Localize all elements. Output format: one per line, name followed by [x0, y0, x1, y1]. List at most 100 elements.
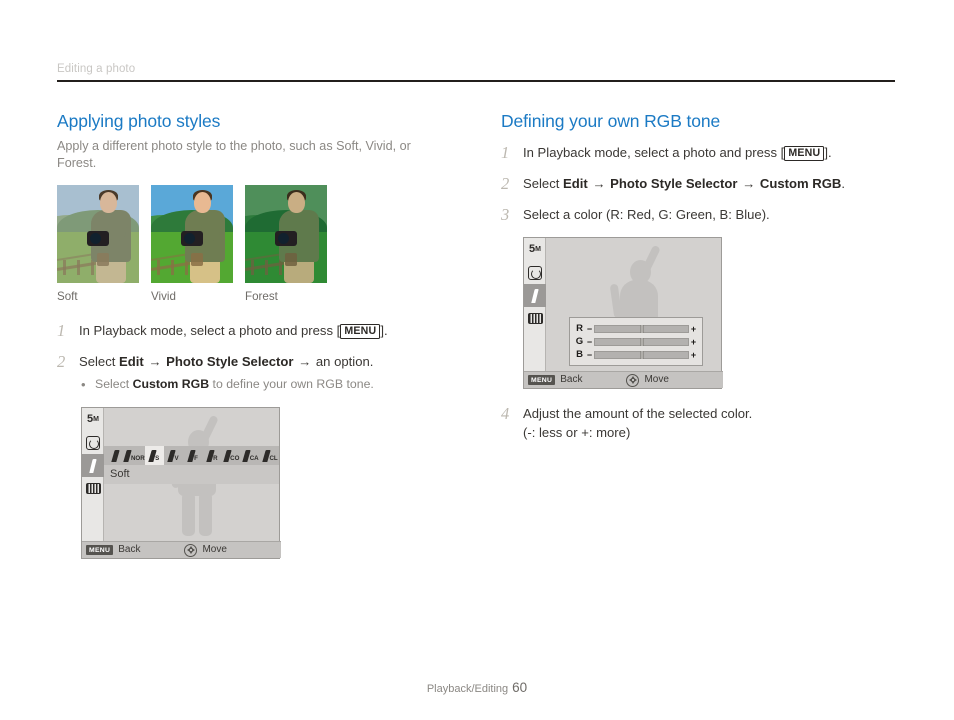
rgb-step-number-4: 4 — [501, 404, 510, 423]
rgb-slider-track[interactable] — [594, 350, 689, 359]
rotate-icon-right[interactable] — [524, 261, 546, 284]
photo-subject-pouch — [191, 253, 204, 267]
photo-thumbnail-vivid — [151, 185, 233, 283]
rgb-slider-panel[interactable]: R − + G − + B − + — [569, 317, 703, 366]
rgb-slider-row-b[interactable]: B − + — [574, 349, 698, 360]
style-icon-co[interactable]: CO — [222, 446, 241, 465]
arrow-icon-4: → — [742, 176, 756, 191]
menu-key-badge-right: MENU — [784, 146, 825, 161]
step-text-1-pre: In Playback mode, select a photo and pre… — [79, 323, 341, 338]
style-icon-nor[interactable]: NOR — [123, 446, 145, 465]
rgb-plus-icon[interactable]: + — [689, 350, 698, 360]
rgb-slider-knob[interactable] — [640, 337, 643, 346]
lcd-screen-area: NORSVFRCOCACL› Soft — [104, 408, 279, 558]
step-2-bold-photo-style-selector: Photo Style Selector — [166, 354, 294, 369]
rgb-slider-track[interactable] — [594, 337, 689, 346]
rgb-minus-icon[interactable]: − — [585, 324, 594, 334]
page-footer: Playback/Editing 60 — [0, 679, 954, 697]
rotate-icon[interactable] — [82, 431, 104, 454]
step-item-2: 2 Select Edit → Photo Style Selector → a… — [57, 353, 457, 393]
right-steps-list-cont: 4 Adjust the amount of the selected colo… — [501, 405, 901, 442]
rgb-step-item-1: 1 In Playback mode, select a photo and p… — [501, 144, 901, 162]
rgb-slider-row-g[interactable]: G − + — [574, 336, 698, 347]
rgb-slider-knob[interactable] — [640, 350, 643, 359]
footer-section-label: Playback/Editing — [426, 683, 509, 695]
lcd-bottom-bar-right: MENU Back Move — [524, 371, 723, 388]
photo-camera-lens — [89, 233, 101, 245]
style-icon-f[interactable]: F — [184, 446, 203, 465]
step-item-1: 1 In Playback mode, select a photo and p… — [57, 322, 457, 340]
resolution-unit-right: M — [535, 246, 541, 253]
thumbnail-caption-forest: Forest — [245, 290, 278, 303]
dpad-icon-right[interactable] — [626, 373, 640, 387]
header-divider — [57, 80, 895, 82]
arrow-icon-3: → — [592, 176, 606, 191]
menu-badge-icon[interactable]: MENU — [86, 545, 114, 555]
step-2-bold-edit: Edit — [119, 354, 144, 369]
style-icon-r[interactable]: R — [203, 446, 222, 465]
style-icon-s[interactable]: S — [144, 446, 165, 465]
right-steps-list: 1 In Playback mode, select a photo and p… — [501, 144, 901, 224]
footer-page-number: 60 — [512, 680, 528, 695]
silhouette-left-leg — [181, 492, 195, 536]
rgb-minus-icon[interactable]: − — [585, 337, 594, 347]
menu-badge-icon-right[interactable]: MENU — [528, 375, 556, 385]
resolution-5m-icon-right[interactable]: 5M — [524, 238, 546, 261]
rgb-step-text-1: In Playback mode, select a photo and pre… — [523, 144, 901, 162]
rgb-slider-knob[interactable] — [640, 324, 643, 333]
style-icon-ca[interactable]: CA — [242, 446, 261, 465]
photo-subject-pouch — [97, 253, 110, 267]
photo-fence-post-2 — [265, 259, 268, 276]
rgb-step-number-2: 2 — [501, 174, 510, 193]
rgb-slider-label: G — [575, 335, 584, 347]
style-icon-v[interactable]: V — [164, 446, 183, 465]
photo-camera-lens — [183, 233, 195, 245]
rgb-plus-icon[interactable]: + — [689, 337, 698, 347]
photo-thumbnail-forest — [245, 185, 327, 283]
rgb-slider-row-r[interactable]: R − + — [574, 323, 698, 334]
brush-icon[interactable] — [82, 454, 104, 477]
photo-subject-head — [99, 191, 117, 213]
move-label[interactable]: Move — [202, 544, 226, 556]
lcd-screen-area-right: R − + G − + B − + — [546, 238, 721, 388]
photo-fence-post-2 — [77, 259, 80, 276]
style-icon-label: R — [213, 455, 218, 462]
style-icon-cl[interactable]: CL — [261, 446, 279, 465]
style-icon-current[interactable] — [106, 446, 125, 465]
page-title-applying-photo-styles: Applying photo styles — [57, 111, 221, 131]
rgb-step-item-4: 4 Adjust the amount of the selected colo… — [501, 405, 901, 442]
thumbnail-caption-vivid: Vivid — [151, 290, 176, 303]
move-label-right[interactable]: Move — [644, 374, 668, 386]
thumbnail-row: Soft Vivid Forest — [57, 185, 457, 304]
film-icon-right[interactable] — [524, 307, 546, 330]
rgb-step-text-3: Select a color (R: Red, G: Green, B: Blu… — [523, 207, 770, 222]
rgb-minus-icon[interactable]: − — [585, 350, 594, 360]
rgb-step-4-sub: (-: less or +: more) — [523, 425, 631, 440]
step-number-1: 1 — [57, 321, 66, 340]
selected-style-name-row: Soft — [104, 465, 279, 484]
selected-style-name: Soft — [110, 468, 130, 480]
film-icon[interactable] — [82, 477, 104, 500]
thumbnail-item-vivid: Vivid — [151, 185, 233, 304]
dpad-icon[interactable] — [184, 543, 198, 557]
rgb-plus-icon[interactable]: + — [689, 324, 698, 334]
brush-icon-right[interactable] — [524, 284, 546, 307]
photo-subject-head — [287, 191, 305, 213]
rgb-step-1-pre: In Playback mode, select a photo and pre… — [523, 145, 785, 160]
menu-key-badge: MENU — [340, 324, 381, 339]
back-label[interactable]: Back — [118, 544, 140, 556]
back-label-right[interactable]: Back — [560, 374, 582, 386]
photo-style-icon-strip[interactable]: NORSVFRCOCACL› — [104, 446, 279, 465]
intro-paragraph: Apply a different photo style to the pho… — [57, 139, 411, 170]
thumbnail-item-forest: Forest — [245, 185, 327, 304]
rgb-step-number-3: 3 — [501, 205, 510, 224]
rgb-step-2-select-word: Select — [523, 176, 560, 191]
step-2-tail: an option. — [315, 354, 374, 369]
resolution-5m-icon[interactable]: 5M — [82, 408, 104, 431]
arrow-icon-2: → — [298, 354, 312, 369]
substep-text: Select Custom RGB to define your own RGB… — [95, 376, 374, 393]
right-column: Defining your own RGB tone 1 In Playback… — [501, 110, 901, 455]
style-brush-icon — [111, 449, 120, 462]
arrow-icon-1: → — [148, 354, 162, 369]
rgb-slider-track[interactable] — [594, 324, 689, 333]
